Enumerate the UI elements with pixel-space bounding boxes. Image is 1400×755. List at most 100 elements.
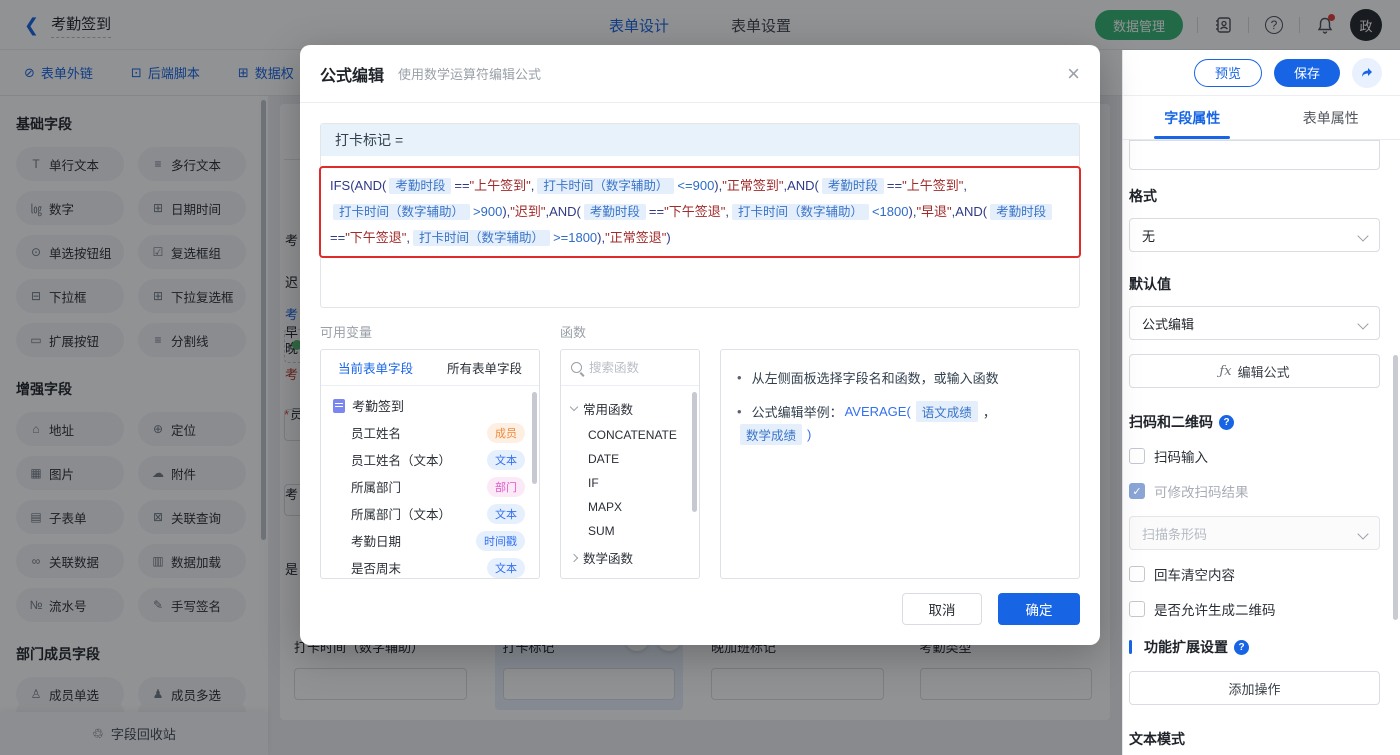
formula-token: 打卡时间（数字辅助） — [333, 204, 471, 220]
help-circle-icon[interactable]: ? — [1219, 414, 1234, 430]
formula-input-area[interactable]: IFS(AND(考勤时段 =="上午签到", 打卡时间（数字辅助） <=900),"正… — [319, 156, 1081, 308]
variable-field-row[interactable]: 员工姓名 成员 — [321, 419, 539, 446]
text-mode-label: 文本模式 — [1129, 731, 1185, 747]
variables-label: 可用变量 — [320, 325, 373, 340]
properties-tab[interactable]: 字段属性 — [1123, 96, 1262, 139]
field-type-badge: 文本 — [487, 557, 525, 578]
formula-token: ,AND( — [951, 204, 988, 219]
formula-token: 打卡时间（数字辅助） — [731, 204, 869, 220]
field-type-badge: 成员 — [487, 422, 525, 443]
modal-title: 公式编辑 — [320, 67, 385, 85]
cancel-button[interactable]: 取消 — [902, 593, 982, 625]
function-search-input[interactable] — [589, 360, 679, 375]
formula-expression[interactable]: IFS(AND(考勤时段 =="上午签到", 打卡时间（数字辅助） <=900),"正… — [319, 166, 1081, 258]
function-item[interactable]: MAPX — [561, 495, 699, 519]
fx-icon: ƒx — [1219, 363, 1232, 379]
formula-token: 考勤时段 — [821, 178, 884, 194]
example-field-chip: 语文成绩 — [915, 401, 978, 422]
function-item[interactable]: CONCATENATE — [561, 423, 699, 447]
format-label: 格式 — [1129, 188, 1157, 204]
variable-field-row[interactable]: 考勤日期 时间戳 — [321, 527, 539, 554]
variables-tab[interactable]: 所有表单字段 — [430, 350, 539, 385]
formula-token: "正常签退" — [605, 230, 667, 245]
checkbox-modify-scan-result[interactable]: ✓ 可修改扫码结果 — [1129, 481, 1380, 501]
clipped-textarea[interactable] — [1129, 140, 1380, 170]
checkbox-enter-clear[interactable]: 回车清空内容 — [1129, 564, 1380, 584]
formula-token: ,AND( — [783, 178, 819, 193]
formula-token: "上午签到" — [469, 178, 531, 193]
chevron-icon — [569, 402, 579, 412]
extension-section-title: 功能扩展设置 ? — [1129, 637, 1380, 657]
formula-target-field: 打卡标记 = — [321, 124, 1079, 156]
scan-barcode-select: 扫描条形码 — [1129, 516, 1380, 550]
variable-field-row[interactable]: 是否周末 文本 — [321, 554, 539, 578]
formula-token: "上午签到" — [902, 178, 964, 193]
formula-editor-modal: 公式编辑 使用数学运算符编辑公式 × 打卡标记 = IFS(AND(考勤时段 ==… — [300, 45, 1100, 645]
function-item[interactable]: IF — [561, 471, 699, 495]
formula-token: 考勤时段 — [990, 204, 1053, 220]
checkbox-scan-input[interactable]: 扫码输入 — [1129, 446, 1380, 466]
formula-token: , — [406, 230, 411, 245]
variables-tab[interactable]: 当前表单字段 — [321, 350, 430, 385]
close-icon[interactable]: × — [1067, 62, 1080, 85]
scan-section-title: 扫码和二维码 ? — [1129, 412, 1380, 432]
formula-help-panel: 从左侧面板选择字段名和函数，或输入函数 公式编辑举例： AVERAGE( 语文成… — [720, 349, 1080, 579]
checkbox-icon — [1129, 448, 1145, 464]
format-select[interactable]: 无 — [1129, 218, 1380, 252]
function-item[interactable]: DATE — [561, 447, 699, 471]
formula-token: ), — [597, 230, 606, 245]
formula-token: == — [454, 178, 470, 193]
function-item[interactable]: SUM — [561, 519, 699, 543]
help-circle-icon[interactable]: ? — [1234, 639, 1249, 655]
formula-token: 打卡时间（数字辅助） — [537, 178, 675, 194]
formula-token: , — [530, 178, 535, 193]
function-group[interactable]: 数学函数 — [561, 543, 699, 572]
save-button[interactable]: 保存 — [1273, 58, 1340, 87]
formula-token: <1800 — [871, 204, 909, 219]
help-tip: 从左侧面板选择字段名和函数，或输入函数 — [737, 368, 1063, 387]
formula-token: == — [330, 230, 346, 245]
functions-panel: 常用函数 CONCATENATEDATEIFMAPXSUM 数学函数 — [560, 349, 700, 579]
formula-token: IFS(AND( — [330, 178, 387, 193]
formula-token: , — [725, 204, 729, 219]
variable-field-row[interactable]: 所属部门（文本） 文本 — [321, 500, 539, 527]
formula-token: "下午签退" — [345, 230, 407, 245]
edit-formula-button[interactable]: ƒx 编辑公式 — [1129, 354, 1380, 388]
formula-token: 打卡时间（数字辅助） — [413, 230, 551, 246]
formula-token: >=1800 — [553, 230, 598, 245]
checkbox-icon — [1129, 566, 1145, 582]
variable-field-row[interactable]: 所属部门 部门 — [321, 473, 539, 500]
scrollbar-thumb[interactable] — [1393, 355, 1398, 620]
formula-token: == — [886, 178, 903, 193]
confirm-button[interactable]: 确定 — [998, 593, 1080, 625]
function-group[interactable]: 文本函数 — [561, 572, 699, 578]
checkbox-allow-qr[interactable]: 是否允许生成二维码 — [1129, 599, 1380, 619]
variable-field-row[interactable]: 员工姓名（文本） 文本 — [321, 446, 539, 473]
add-action-button[interactable]: 添加操作 — [1129, 671, 1380, 705]
formula-token: <=900 — [677, 178, 715, 193]
formula-token: 考勤时段 — [389, 178, 452, 194]
formula-editor: 打卡标记 = IFS(AND(考勤时段 =="上午签到", 打卡时间（数字辅助） <=… — [319, 123, 1081, 308]
scrollbar-thumb[interactable] — [532, 392, 537, 484]
share-button[interactable] — [1352, 57, 1382, 88]
formula-token: "早退" — [916, 204, 952, 219]
default-value-label: 默认值 — [1129, 276, 1171, 292]
chevron-icon — [569, 553, 579, 562]
modal-subtitle: 使用数学运算符编辑公式 — [398, 67, 542, 82]
formula-token: ,AND( — [545, 204, 581, 219]
properties-tab[interactable]: 表单属性 — [1262, 96, 1400, 139]
function-search[interactable] — [561, 350, 699, 386]
formula-token: "迟到" — [510, 204, 546, 219]
preview-button[interactable]: 预览 — [1193, 58, 1262, 87]
formula-token: "下午签退" — [664, 204, 726, 219]
formula-token: ) — [666, 230, 671, 245]
formula-token: 考勤时段 — [583, 204, 646, 220]
variables-panel: 当前表单字段 所有表单字段 考勤签到 员工姓名 成员 员工姓名（文本） 文本 所… — [320, 349, 540, 579]
default-value-select[interactable]: 公式编辑 — [1129, 306, 1380, 340]
function-group[interactable]: 常用函数 — [561, 394, 699, 423]
field-type-badge: 文本 — [487, 449, 525, 470]
scrollbar-thumb[interactable] — [692, 392, 697, 512]
help-example: 公式编辑举例： AVERAGE( 语文成绩 ， 数学成绩 ) — [737, 401, 1063, 445]
properties-panel: 预览 保存 字段属性 表单属性 格式 无 默认值 公式编辑 ƒx 编辑公式 扫码和… — [1122, 50, 1400, 755]
form-tree-node[interactable]: 考勤签到 — [321, 386, 539, 419]
